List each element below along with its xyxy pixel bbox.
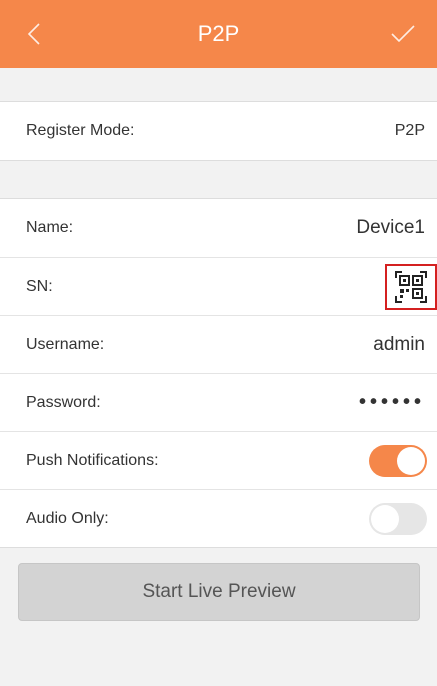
sn-row[interactable]: SN: <box>0 257 437 315</box>
push-notifications-toggle[interactable] <box>369 444 427 477</box>
push-notifications-row[interactable]: Push Notifications: <box>0 431 437 489</box>
name-field[interactable]: Device1 <box>356 217 425 239</box>
push-notifications-label: Push Notifications: <box>26 451 159 469</box>
register-mode-label: Register Mode: <box>26 122 135 139</box>
username-row[interactable]: Username: admin <box>0 315 437 373</box>
sn-label: SN: <box>26 277 53 295</box>
name-label: Name: <box>26 219 74 236</box>
register-mode-section: Register Mode: P2P <box>0 101 437 161</box>
confirm-button[interactable] <box>379 0 427 68</box>
device-settings-section: Name: Device1 SN: Username: admin Passwo… <box>0 198 437 548</box>
audio-only-row[interactable]: Audio Only: <box>0 489 437 547</box>
qr-scan-button[interactable] <box>385 263 437 310</box>
toggle-knob <box>397 446 425 475</box>
audio-only-toggle[interactable] <box>369 502 427 535</box>
audio-only-label: Audio Only: <box>26 509 109 527</box>
username-field[interactable]: admin <box>373 334 425 356</box>
username-label: Username: <box>26 335 105 353</box>
register-mode-row[interactable]: Register Mode: P2P <box>0 102 437 160</box>
start-live-preview-button[interactable]: Start Live Preview <box>18 563 420 621</box>
checkmark-icon <box>391 25 415 43</box>
password-label: Password: <box>26 393 101 411</box>
password-field[interactable]: •••••• <box>359 391 425 414</box>
password-row[interactable]: Password: •••••• <box>0 373 437 431</box>
register-mode-value: P2P <box>394 122 425 139</box>
app-header: P2P <box>0 0 437 68</box>
page-title: P2P <box>197 21 240 46</box>
qr-code-icon <box>395 270 427 303</box>
toggle-knob <box>371 504 399 533</box>
name-row[interactable]: Name: Device1 <box>0 199 437 257</box>
